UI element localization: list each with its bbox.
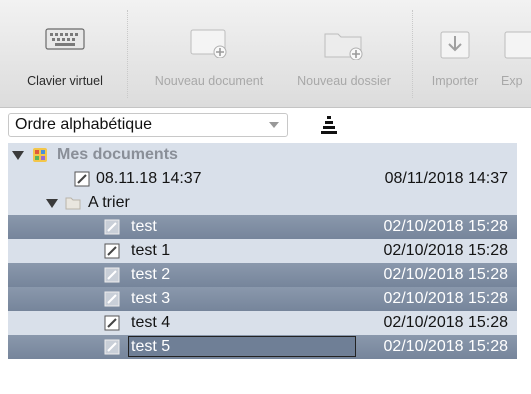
- list-item[interactable]: test 1 02/10/2018 15:28: [8, 239, 517, 263]
- note-icon: [104, 315, 120, 331]
- item-name: test 1: [131, 242, 171, 259]
- item-name: test 2: [131, 266, 171, 283]
- new-document-icon: [189, 28, 229, 63]
- folder-name: A trier: [88, 194, 130, 211]
- sort-order-value: Ordre alphabétique: [15, 116, 152, 133]
- new-folder-label: Nouveau dossier: [297, 74, 391, 88]
- virtual-keyboard-button[interactable]: Clavier virtuel: [10, 0, 120, 107]
- toolbar: Clavier virtuel Nouveau document Nouveau…: [0, 0, 531, 108]
- new-document-button[interactable]: Nouveau document: [140, 0, 278, 107]
- documents-app-icon: [32, 147, 48, 163]
- note-icon: [104, 243, 120, 259]
- item-name: test: [131, 218, 157, 235]
- export-icon: [502, 28, 531, 65]
- disclosure-triangle-icon[interactable]: [46, 199, 58, 208]
- item-date: 02/10/2018 15:28: [383, 218, 508, 235]
- item-name: test 3: [131, 290, 171, 307]
- item-date: 02/10/2018 15:28: [383, 266, 508, 283]
- folder-row[interactable]: A trier: [8, 191, 517, 215]
- folder-icon: [65, 195, 81, 211]
- toolbar-separator: [412, 10, 413, 98]
- item-name: test 5: [131, 338, 171, 355]
- import-label: Importer: [431, 74, 479, 88]
- new-folder-button[interactable]: Nouveau dossier: [283, 0, 405, 107]
- item-date: 02/10/2018 15:28: [383, 314, 508, 331]
- export-label: Exp: [501, 74, 523, 88]
- tree-root-row[interactable]: Mes documents: [8, 143, 517, 167]
- import-button[interactable]: Importer: [424, 0, 486, 107]
- item-name: 08.11.18 14:37: [96, 170, 202, 187]
- note-icon: [104, 339, 120, 355]
- new-folder-icon: [322, 28, 366, 65]
- list-item[interactable]: test 2 02/10/2018 15:28: [8, 263, 517, 287]
- chevron-down-icon: [269, 122, 279, 128]
- sort-order-select[interactable]: Ordre alphabétique: [8, 113, 288, 137]
- item-date: 02/10/2018 15:28: [383, 242, 508, 259]
- item-date: 08/11/2018 14:37: [384, 170, 508, 187]
- list-item[interactable]: test 4 02/10/2018 15:28: [8, 311, 517, 335]
- disclosure-triangle-icon[interactable]: [12, 151, 24, 160]
- tree-root-label: Mes documents: [57, 146, 178, 163]
- list-item[interactable]: test 3 02/10/2018 15:28: [8, 287, 517, 311]
- item-date: 02/10/2018 15:28: [383, 290, 508, 307]
- toolbar-separator: [127, 10, 128, 98]
- item-name: test 4: [131, 314, 171, 331]
- note-icon: [104, 267, 120, 283]
- import-icon: [438, 28, 472, 65]
- virtual-keyboard-label: Clavier virtuel: [27, 74, 103, 88]
- note-icon: [104, 219, 120, 235]
- sort-order-icon[interactable]: [318, 114, 340, 136]
- export-button[interactable]: Exp: [495, 0, 531, 107]
- note-icon: [104, 291, 120, 307]
- new-document-label: Nouveau document: [154, 74, 264, 88]
- list-item[interactable]: test 02/10/2018 15:28: [8, 215, 517, 239]
- list-item[interactable]: 08.11.18 14:37 08/11/2018 14:37: [8, 167, 517, 191]
- list-item[interactable]: test 5 02/10/2018 15:28: [8, 335, 517, 359]
- keyboard-icon: [45, 28, 85, 55]
- note-icon: [74, 171, 90, 187]
- item-date: 02/10/2018 15:28: [383, 338, 508, 355]
